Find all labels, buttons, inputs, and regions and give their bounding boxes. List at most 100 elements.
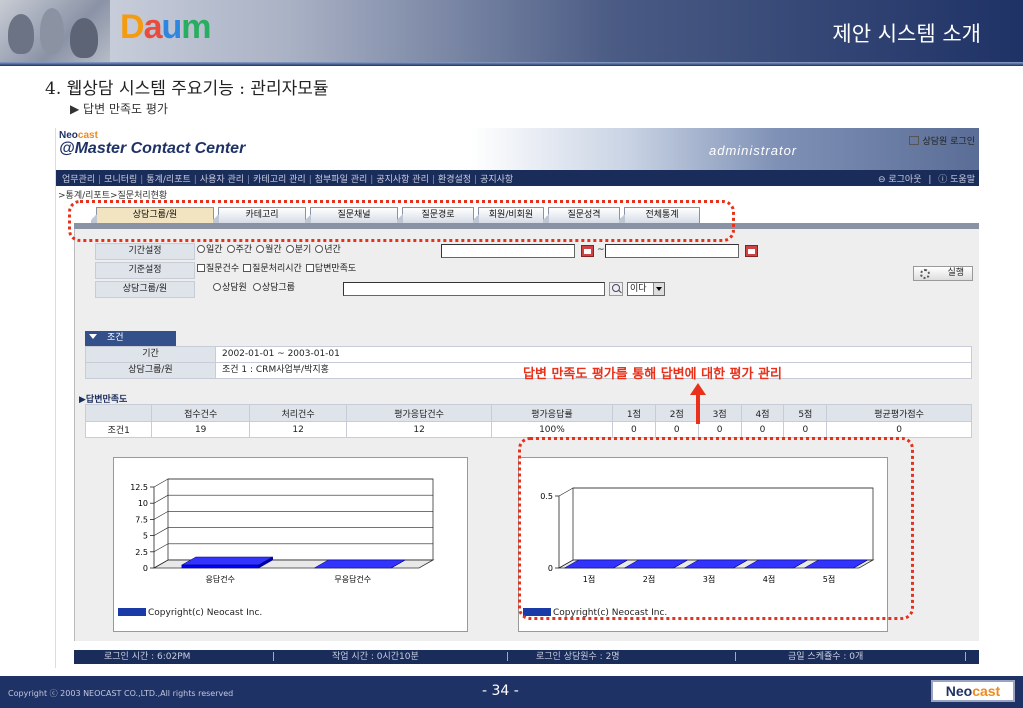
app-header: Neocast @Master Contact Center administr… bbox=[56, 128, 979, 170]
annotation-text: 답변 만족도 평가를 통해 답변에 대한 평가 관리 bbox=[523, 367, 782, 382]
table-cell: 0 bbox=[783, 421, 828, 438]
collapse-icon bbox=[89, 334, 97, 339]
table-row: 조건1 19 12 12 100% 0 0 0 0 0 0 bbox=[84, 421, 972, 438]
option-radio[interactable]: 분기 bbox=[285, 245, 311, 255]
table-cell: 조건1 bbox=[84, 421, 153, 438]
table-header: 2점 bbox=[654, 404, 699, 422]
table-header: 처리건수 bbox=[248, 404, 348, 422]
option-chk[interactable]: 질문건수 bbox=[197, 264, 239, 274]
search-icon[interactable] bbox=[609, 282, 623, 296]
radio-icon bbox=[256, 245, 265, 253]
table-cell: 100% bbox=[490, 421, 613, 438]
option-radio[interactable]: 일간 bbox=[197, 245, 223, 255]
table-header: 평가응답률 bbox=[490, 404, 613, 422]
period-label: 기간설정 bbox=[95, 243, 195, 260]
table-cell: 12 bbox=[346, 421, 492, 438]
end-date-input[interactable] bbox=[605, 244, 739, 258]
group-label: 상담그룹/원 bbox=[95, 281, 195, 298]
y-tick-label: 7.5 bbox=[135, 515, 148, 524]
table-header: 접수건수 bbox=[151, 404, 250, 422]
table-header: 평균평가점수 bbox=[826, 404, 972, 422]
period-options: 일간 주간 월간 분기 년간 bbox=[197, 243, 345, 260]
table-header: 평가응답건수 bbox=[346, 404, 492, 422]
neocast-logo: Neocast bbox=[931, 680, 1015, 702]
chart-highlight bbox=[518, 437, 914, 620]
start-date-input[interactable] bbox=[441, 244, 575, 258]
menu-item[interactable]: 업무관리 bbox=[62, 175, 95, 185]
menu-item[interactable]: 환경설정 bbox=[438, 175, 471, 185]
menu-item[interactable]: 사용자 관리 bbox=[200, 175, 244, 185]
response-chart: 0 2.5 5 7.5 10 12.5 응답건수 무응답건수 bbox=[130, 478, 435, 584]
menu-item[interactable]: 카테고리 관리 bbox=[253, 175, 306, 185]
page-number: - 34 - bbox=[482, 683, 519, 699]
table-header: 5점 bbox=[783, 404, 828, 422]
table-header: 3점 bbox=[697, 404, 742, 422]
chart-wall bbox=[167, 478, 434, 561]
option-chk[interactable]: 질문처리시간 bbox=[243, 264, 302, 274]
header-photo bbox=[0, 0, 110, 62]
slide-title: 제안 시스템 소개 bbox=[832, 22, 981, 46]
option-radio[interactable]: 상담그룹 bbox=[252, 283, 295, 293]
logout-link[interactable]: ⊖ 로그아웃 bbox=[878, 175, 922, 185]
group-search-input[interactable] bbox=[343, 282, 605, 296]
menu-item[interactable]: 통계/리포트 bbox=[146, 175, 190, 185]
menu-item[interactable]: 공지사항 관리 bbox=[376, 175, 429, 185]
option-radio[interactable]: 년간 bbox=[315, 245, 341, 255]
run-button[interactable]: 실행 bbox=[913, 266, 973, 281]
schedule-count: 금일 스케쥴수 : 0개 bbox=[788, 652, 864, 662]
radio-icon bbox=[252, 283, 261, 291]
option-chk[interactable]: 답변만족도 bbox=[305, 264, 356, 274]
y-tick-label: 12.5 bbox=[130, 483, 148, 492]
y-tick-label: 0 bbox=[143, 564, 148, 573]
help-link[interactable]: ⓘ 도움말 bbox=[938, 175, 975, 185]
y-tick-label: 10 bbox=[138, 499, 148, 508]
conditions-header[interactable]: 조건 bbox=[85, 331, 176, 346]
checkbox-icon bbox=[197, 264, 205, 272]
calendar-icon[interactable] bbox=[745, 245, 758, 257]
menu-right: ⊖ 로그아웃 | ⓘ 도움말 bbox=[877, 175, 975, 185]
tabs-highlight bbox=[68, 200, 735, 242]
period-row: 기간설정 일간 주간 월간 분기 년간 ~ bbox=[95, 243, 975, 261]
condition-select[interactable]: 이다 bbox=[627, 282, 665, 296]
agent-login-link[interactable]: 상담원 로그인 bbox=[909, 134, 975, 147]
response-chart-panel: 0 2.5 5 7.5 10 12.5 응답건수 무응답건수 Copyright(c) Neo… bbox=[113, 457, 468, 632]
calendar-icon[interactable] bbox=[581, 245, 594, 257]
option-radio[interactable]: 월간 bbox=[256, 245, 282, 255]
section-subheading: ▶ 답변 만족도 평가 bbox=[70, 102, 168, 116]
table-cell: 0 bbox=[740, 421, 785, 438]
table-cell: 0 bbox=[611, 421, 656, 438]
menu-item[interactable]: 모니터링 bbox=[104, 175, 137, 185]
y-tick-label: 5 bbox=[143, 532, 148, 541]
chart-bar bbox=[180, 556, 274, 569]
radio-icon bbox=[213, 283, 221, 291]
role-label: administrator bbox=[709, 143, 798, 158]
main-menu: 업무관리 | 모니터링 | 통계/리포트 | 사용자 관리 | 카테고리 관리 | 첨부파일 관리 |… bbox=[56, 170, 979, 186]
table-cell: 12 bbox=[248, 421, 348, 438]
group-options: 상담원 상담그룹 bbox=[213, 281, 301, 298]
menu-item[interactable]: 공지사항 bbox=[480, 175, 513, 185]
radio-icon bbox=[315, 245, 324, 253]
option-radio[interactable]: 주간 bbox=[226, 245, 252, 255]
slide-header: Daum 제안 시스템 소개 bbox=[0, 0, 1023, 62]
radio-icon bbox=[197, 245, 205, 253]
checkbox-icon bbox=[305, 264, 314, 272]
checkbox-icon bbox=[243, 264, 252, 272]
slide-footer: Copyright ⓒ 2003 NEOCAST CO.,LTD.,All ri… bbox=[0, 676, 1023, 708]
table-cell: 19 bbox=[151, 421, 250, 438]
x-tick-label: 응답건수 bbox=[206, 574, 235, 584]
criteria-label: 기준설정 bbox=[95, 262, 195, 279]
table-cell: 0 bbox=[697, 421, 742, 438]
criteria-options: 질문건수 질문처리시간 답변만족도 bbox=[197, 262, 360, 279]
daum-logo: Daum bbox=[120, 8, 212, 46]
group-row: 상담그룹/원 상담원 상담그룹 이다 bbox=[95, 281, 975, 299]
condition-row-period: 기간 2002-01-01 ~ 2003-01-01 bbox=[85, 346, 972, 363]
gear-icon bbox=[920, 269, 930, 279]
footer-copyright: Copyright ⓒ 2003 NEOCAST CO.,LTD.,All ri… bbox=[8, 689, 234, 698]
menu-item[interactable]: 첨부파일 관리 bbox=[315, 175, 368, 185]
option-radio[interactable]: 상담원 bbox=[213, 283, 247, 293]
table-header: 4점 bbox=[740, 404, 785, 422]
date-separator: ~ bbox=[597, 245, 605, 255]
menu-items: 업무관리 | 모니터링 | 통계/리포트 | 사용자 관리 | 카테고리 관리 | 첨부파일 관리 |… bbox=[62, 175, 514, 185]
chart-credit: Copyright(c) Neocast Inc. bbox=[118, 608, 262, 618]
chevron-down-icon bbox=[653, 283, 664, 295]
